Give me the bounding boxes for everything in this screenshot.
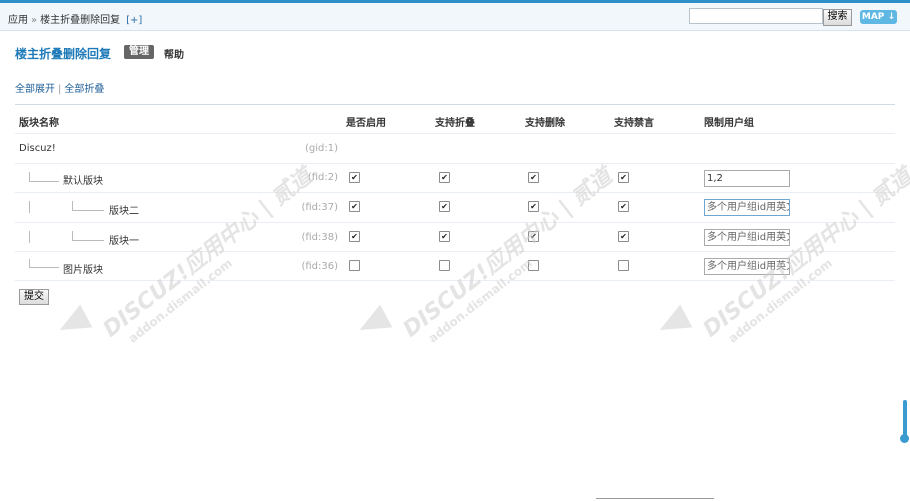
ban-checkbox[interactable]: ✔ — [618, 201, 629, 212]
arrow-down-icon: ↓ — [887, 12, 896, 22]
page-title: 楼主折叠删除回复 — [15, 47, 112, 61]
watermark-brand: DISCUZ!应用中心 | 贰道 — [398, 164, 618, 343]
user-group-input[interactable]: 多个用户组id用英文 — [704, 199, 790, 216]
watermark-logo-icon — [53, 304, 93, 342]
delete-checkbox[interactable]: ✔ — [528, 172, 539, 183]
delete-checkbox[interactable]: ✔ — [528, 201, 539, 212]
row-divider — [15, 280, 895, 281]
collapse-all-link[interactable]: 全部折叠 — [64, 84, 104, 95]
row-forum-name: 版块二 — [109, 206, 139, 217]
map-button-label: MAP — [861, 12, 885, 22]
header-user-groups: 限制用户组 — [704, 118, 754, 129]
watermark: DISCUZ!应用中心 | 贰道 addon.dismall.com — [395, 159, 626, 354]
tree-branch-line — [29, 231, 30, 243]
breadcrumb-add-button[interactable]: [+] — [126, 15, 142, 26]
tree-branch-line — [72, 240, 104, 241]
bottom-divider — [596, 498, 714, 499]
ban-checkbox[interactable]: ✔ — [618, 231, 629, 242]
top-nav-bar: 应用» 楼主折叠删除回复 [+] 搜索 MAP ↓ — [0, 3, 910, 31]
user-group-input[interactable]: 多个用户组id用英文 — [704, 258, 790, 275]
header-ban: 支持禁言 — [614, 118, 654, 129]
row-group-id: (gid:1) — [304, 143, 338, 154]
tree-branch-line — [72, 210, 104, 211]
header-fold: 支持折叠 — [435, 118, 475, 129]
header-enabled: 是否启用 — [346, 118, 386, 129]
row-divider — [15, 222, 895, 223]
row-forum-name: 默认版块 — [63, 176, 103, 187]
row-forum-id: (fid:2) — [307, 172, 338, 183]
row-divider — [15, 192, 895, 193]
fold-checkbox[interactable]: ✔ — [439, 201, 450, 212]
fold-checkbox[interactable]: ✔ — [439, 231, 450, 242]
watermark-domain: addon.dismall.com — [425, 255, 535, 346]
search-button[interactable]: 搜索 — [823, 9, 852, 26]
row-divider — [15, 163, 895, 164]
enabled-checkbox[interactable]: ✔ — [349, 231, 360, 242]
submit-button[interactable]: 提交 — [19, 289, 49, 305]
fold-checkbox[interactable] — [439, 260, 450, 271]
watermark-brand: DISCUZ!应用中心 | 贰道 — [698, 164, 910, 343]
row-group-name: Discuz! — [19, 143, 56, 154]
row-forum-id: (fid:37) — [301, 202, 338, 213]
search-input[interactable] — [689, 8, 823, 24]
breadcrumb-root[interactable]: 应用 — [8, 15, 28, 26]
watermark: DISCUZ!应用中心 | 贰道 addon.dismall.com — [695, 159, 910, 354]
watermark-logo-icon — [353, 304, 393, 342]
row-forum-id: (fid:38) — [301, 232, 338, 243]
user-group-input[interactable]: 1,2 — [704, 170, 790, 187]
tab-manage[interactable]: 管理 — [124, 45, 154, 59]
breadcrumb-current[interactable]: 楼主折叠删除回复 — [40, 15, 120, 26]
tree-branch-line — [29, 267, 59, 268]
delete-checkbox[interactable] — [528, 260, 539, 271]
enabled-checkbox[interactable]: ✔ — [349, 201, 360, 212]
row-forum-id: (fid:36) — [301, 261, 338, 272]
ban-checkbox[interactable] — [618, 260, 629, 271]
enabled-checkbox[interactable]: ✔ — [349, 172, 360, 183]
table-top-border — [15, 104, 895, 105]
scroll-slider-handle[interactable] — [900, 434, 909, 443]
watermark-logo-icon — [653, 304, 693, 342]
expand-all-link[interactable]: 全部展开 — [15, 84, 55, 95]
breadcrumb: 应用» 楼主折叠删除回复 [+] — [8, 11, 142, 26]
fold-checkbox[interactable]: ✔ — [439, 172, 450, 183]
header-delete: 支持删除 — [525, 118, 565, 129]
breadcrumb-separator: » — [31, 15, 38, 26]
watermark-brand: DISCUZ!应用中心 | 贰道 — [98, 164, 318, 343]
header-forum-name: 版块名称 — [19, 118, 59, 129]
row-forum-name: 图片版块 — [63, 265, 103, 276]
map-button[interactable]: MAP ↓ — [860, 10, 897, 24]
row-divider — [15, 133, 895, 134]
enabled-checkbox[interactable] — [349, 260, 360, 271]
row-forum-name: 版块一 — [109, 236, 139, 247]
delete-checkbox[interactable]: ✔ — [528, 231, 539, 242]
user-group-input[interactable]: 多个用户组id用英文 — [704, 229, 790, 246]
tree-branch-line — [29, 181, 59, 182]
expand-collapse-links: 全部展开 | 全部折叠 — [15, 80, 104, 95]
ban-checkbox[interactable]: ✔ — [618, 172, 629, 183]
link-divider: | — [58, 84, 62, 95]
watermark: DISCUZ!应用中心 | 贰道 addon.dismall.com — [95, 159, 326, 354]
row-divider — [15, 251, 895, 252]
tree-branch-line — [29, 201, 30, 213]
tab-help[interactable]: 帮助 — [164, 46, 184, 61]
